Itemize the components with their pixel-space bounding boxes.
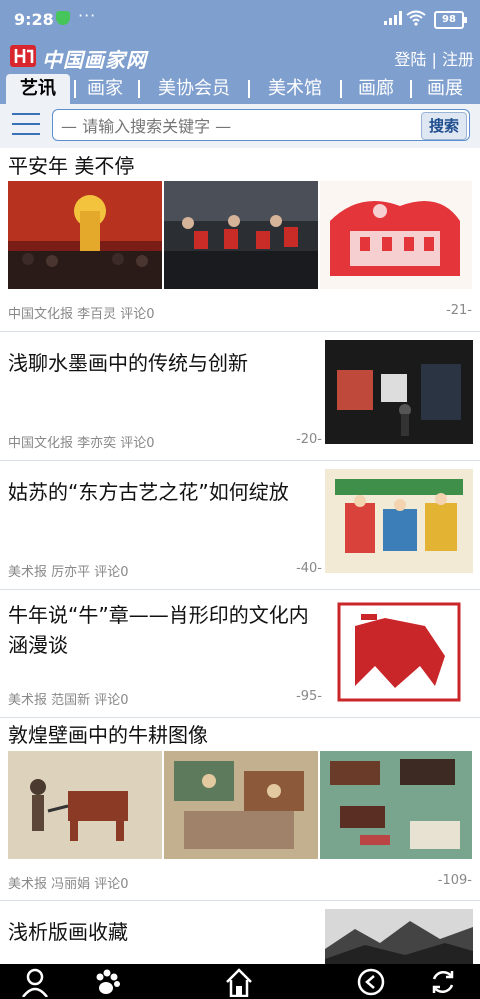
article-thumbnail[interactable] [320,181,472,289]
article-thumbnail[interactable] [325,909,473,964]
article-feed: 平安年 美不停 中国文化报 李百灵 评论0 -21- 浅聊水墨画中的传统与创新 … [0,148,480,964]
article-card[interactable]: 浅析版画收藏 [0,901,480,964]
site-logo-text: 中国画家网 [42,48,147,72]
article-thumbnail[interactable] [164,751,318,859]
search-row: 搜索 [0,104,480,148]
article-title[interactable]: 浅聊水墨画中的传统与创新 [8,348,248,378]
article-thumbnail[interactable] [325,596,473,706]
article-thumbnail[interactable] [8,181,162,289]
search-input[interactable] [59,114,413,138]
wifi-icon [406,10,426,26]
logo-icon [10,45,36,67]
category-tabs: 艺讯 画家 美协会员 美术馆 画廊 画展 [0,72,480,104]
tab-association-members[interactable]: 美协会员 [144,74,244,104]
register-link[interactable]: 注册 [442,50,474,69]
article-thumbnail[interactable] [164,181,318,289]
auth-links: 登陆 | 注册 [394,46,474,70]
article-card[interactable]: 敦煌壁画中的牛耕图像 美术报 冯丽娟 评论0 -109- [0,718,480,901]
tab-painters[interactable]: 画家 [78,74,132,104]
article-card[interactable]: 牛年说“牛”章——肖形印的文化内 涵漫谈 美术报 范国新 评论0 -95- [0,590,480,718]
article-meta: 美术报 冯丽娟 评论0 [8,877,129,892]
article-title[interactable]: 平安年 美不停 [8,151,134,181]
article-title[interactable]: 姑苏的“东方古艺之花”如何绽放 [8,477,289,507]
more-notifications-icon: ··· [78,6,97,25]
search-box: 搜索 [52,109,470,141]
article-card[interactable]: 平安年 美不停 中国文化报 李百灵 评论0 -21- [0,148,480,332]
status-bar: 9:28 ··· 98 [0,0,480,40]
security-shield-icon [56,11,70,25]
article-meta: 美术报 范国新 评论0 [8,693,129,708]
article-title-line: 牛年说“牛”章——肖形印的文化内 [8,603,309,627]
article-number: -109- [437,873,472,888]
article-thumbnail[interactable] [325,340,473,444]
menu-icon[interactable] [12,113,40,137]
tab-divider [138,80,140,98]
article-thumbnail[interactable] [320,751,472,859]
article-card[interactable]: 姑苏的“东方古艺之花”如何绽放 美术报 厉亦平 评论0 -40- [0,461,480,590]
signal-icon [384,11,402,25]
article-meta: 中国文化报 李百灵 评论0 [8,307,155,322]
status-time: 9:28 [14,10,54,29]
refresh-icon[interactable] [428,967,458,997]
tab-news[interactable]: 艺讯 [6,74,70,104]
article-thumbnail[interactable] [8,751,162,859]
article-meta: 美术报 厉亦平 评论0 [8,565,129,580]
tab-divider [410,80,412,98]
tab-divider [248,80,250,98]
paw-icon[interactable] [92,967,122,997]
auth-divider: | [431,50,437,69]
login-link[interactable]: 登陆 [394,50,426,69]
tab-divider [340,80,342,98]
tab-divider [74,80,76,98]
back-icon[interactable] [356,967,386,997]
brand-bar: 中国画家网 登陆 | 注册 [0,40,480,72]
bottom-nav [0,964,480,999]
tab-exhibitions[interactable]: 画展 [416,74,474,104]
article-thumbnail[interactable] [325,469,473,573]
search-button[interactable]: 搜索 [421,112,467,140]
article-title[interactable]: 牛年说“牛”章——肖形印的文化内 涵漫谈 [8,600,326,660]
article-card[interactable]: 浅聊水墨画中的传统与创新 中国文化报 李亦奕 评论0 -20- [0,332,480,461]
article-number: -40- [296,561,322,576]
article-title[interactable]: 敦煌壁画中的牛耕图像 [8,720,208,750]
article-number: -95- [296,689,322,704]
profile-icon[interactable] [20,967,50,997]
battery-icon: 98 [434,11,467,29]
article-number: -20- [296,432,322,447]
article-title[interactable]: 浅析版画收藏 [8,917,128,947]
article-meta: 中国文化报 李亦奕 评论0 [8,436,155,451]
home-icon[interactable] [224,967,254,997]
tab-galleries[interactable]: 画廊 [346,74,406,104]
article-title-line: 涵漫谈 [8,633,68,657]
tab-art-museums[interactable]: 美术馆 [254,74,336,104]
article-number: -21- [446,303,472,318]
